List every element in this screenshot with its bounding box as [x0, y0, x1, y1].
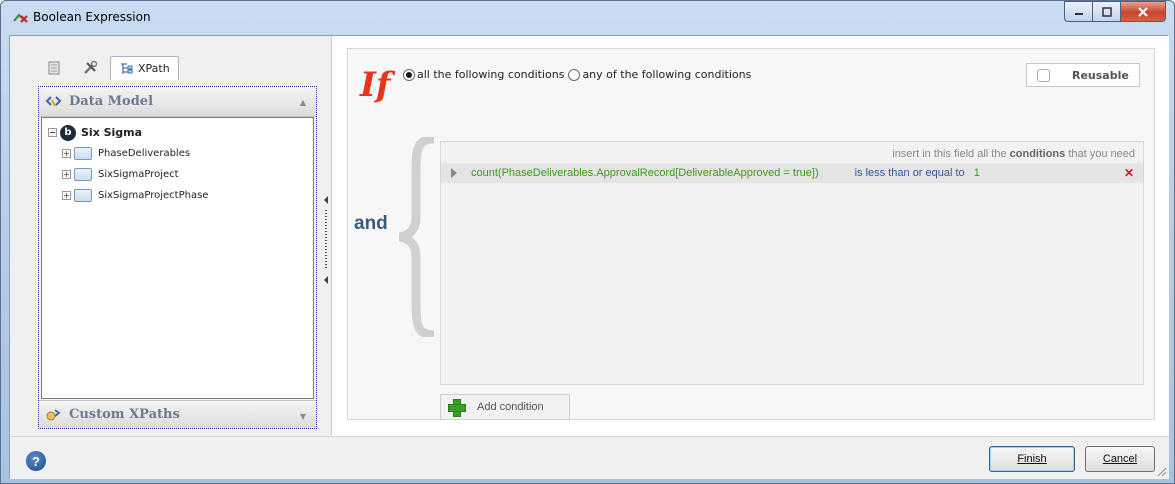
match-mode-options: all the following conditions any of the …	[403, 68, 751, 81]
six-sigma-icon: b	[60, 124, 76, 141]
entity-folder-icon	[74, 168, 92, 181]
minimize-icon	[1074, 12, 1083, 15]
window-controls	[1064, 1, 1166, 23]
resize-grip-icon[interactable]	[1155, 465, 1167, 477]
hint-prefix: insert in this field all the	[892, 148, 1007, 160]
add-condition-label: Add condition	[477, 401, 544, 413]
close-icon	[1138, 6, 1148, 17]
expand-toggle-icon[interactable]: +	[62, 149, 71, 158]
finish-button[interactable]: Finish	[989, 446, 1075, 472]
conditions-hint: insert in this field all the conditions …	[892, 148, 1135, 160]
and-keyword: and	[354, 213, 388, 234]
tree-node-label: SixSigmaProjectPhase	[98, 190, 209, 201]
radio-any-label[interactable]: any of the following conditions	[582, 68, 751, 81]
rule-editor: If all the following conditions any of t…	[347, 48, 1155, 420]
radio-all-conditions[interactable]	[403, 68, 415, 81]
minimize-button[interactable]	[1064, 1, 1092, 22]
row-expand-icon[interactable]	[451, 168, 457, 178]
tree-node-label: PhaseDeliverables	[98, 148, 191, 159]
tree-node-label: SixSigmaProject	[98, 169, 179, 180]
reusable-checkbox[interactable]	[1037, 68, 1050, 82]
data-model-title: Data Model	[69, 94, 154, 109]
data-model-icon	[45, 95, 62, 106]
plus-icon	[447, 398, 466, 417]
brace-decoration	[398, 137, 435, 337]
help-icon[interactable]: ?	[26, 451, 46, 471]
reusable-label: Reusable	[1072, 68, 1129, 82]
tab-xpath[interactable]: XPath	[110, 56, 179, 80]
window-title: Boolean Expression	[33, 10, 151, 24]
reusable-toggle[interactable]: Reusable	[1026, 63, 1140, 87]
tab-documents[interactable]	[38, 56, 70, 80]
expand-toggle-icon[interactable]: +	[62, 170, 71, 179]
tree-root-label: Six Sigma	[81, 126, 143, 139]
tab-tools[interactable]	[74, 56, 106, 80]
if-keyword: If	[360, 65, 391, 105]
close-button[interactable]	[1120, 1, 1166, 22]
tree-node-sixsigmaproject[interactable]: + SixSigmaProject	[48, 164, 313, 185]
left-panel: XPath Data Model ▲ − b Six Sigma + Phase…	[10, 36, 330, 436]
entity-folder-icon	[74, 147, 92, 160]
title-bar: Boolean Expression	[1, 1, 1174, 35]
add-condition-button[interactable]: Add condition	[440, 394, 570, 420]
hint-suffix: that you need	[1068, 148, 1135, 160]
tab-xpath-label: XPath	[138, 62, 170, 75]
condition-operator[interactable]: is less than or equal to	[855, 167, 965, 179]
xpath-icon	[121, 62, 133, 74]
custom-xpaths-icon	[46, 408, 61, 420]
tree-node-phasedeliverables[interactable]: + PhaseDeliverables	[48, 143, 313, 164]
data-model-tree: − b Six Sigma + PhaseDeliverables + SixS…	[41, 117, 314, 399]
condition-value[interactable]: 1	[974, 167, 980, 179]
cancel-button[interactable]: Cancel	[1085, 446, 1155, 472]
collapse-toggle-icon[interactable]: −	[48, 128, 57, 137]
expand-toggle-icon[interactable]: +	[62, 191, 71, 200]
dialog-client-area: XPath Data Model ▲ − b Six Sigma + Phase…	[9, 35, 1169, 479]
maximize-button[interactable]	[1092, 1, 1120, 22]
rule-editor-panel: If all the following conditions any of t…	[331, 36, 1169, 436]
condition-expression[interactable]: count(PhaseDeliverables.ApprovalRecord[D…	[471, 167, 819, 179]
maximize-icon	[1101, 6, 1112, 17]
document-icon	[48, 61, 60, 75]
collapse-up-icon[interactable]: ▲	[300, 97, 306, 107]
delete-condition-icon[interactable]: ✕	[1124, 166, 1134, 180]
condition-row[interactable]: count(PhaseDeliverables.ApprovalRecord[D…	[441, 163, 1143, 183]
tools-icon	[84, 60, 98, 74]
entity-folder-icon	[74, 189, 92, 202]
dialog-window: Boolean Expression XPath Data Model ▲ − …	[0, 0, 1175, 484]
custom-xpaths-title: Custom XPaths	[69, 407, 180, 422]
tree-node-sixsigmaprojectphase[interactable]: + SixSigmaProjectPhase	[48, 185, 313, 206]
conditions-area[interactable]: insert in this field all the conditions …	[440, 141, 1144, 385]
radio-any-conditions[interactable]	[568, 68, 581, 81]
expand-down-icon[interactable]: ▼	[300, 411, 306, 421]
data-model-header[interactable]: Data Model ▲	[39, 87, 316, 117]
boolean-expression-icon	[13, 13, 28, 23]
left-tabs: XPath	[38, 56, 179, 80]
hint-bold: conditions	[1009, 148, 1066, 160]
data-model-accordion: Data Model ▲ − b Six Sigma + PhaseDelive…	[38, 86, 317, 429]
radio-all-label[interactable]: all the following conditions	[417, 68, 564, 81]
panel-splitter[interactable]	[322, 196, 330, 286]
dialog-footer: ? Finish Cancel	[10, 436, 1169, 479]
tree-root-node[interactable]: − b Six Sigma	[48, 122, 313, 143]
custom-xpaths-header[interactable]: Custom XPaths ▼	[39, 400, 316, 428]
